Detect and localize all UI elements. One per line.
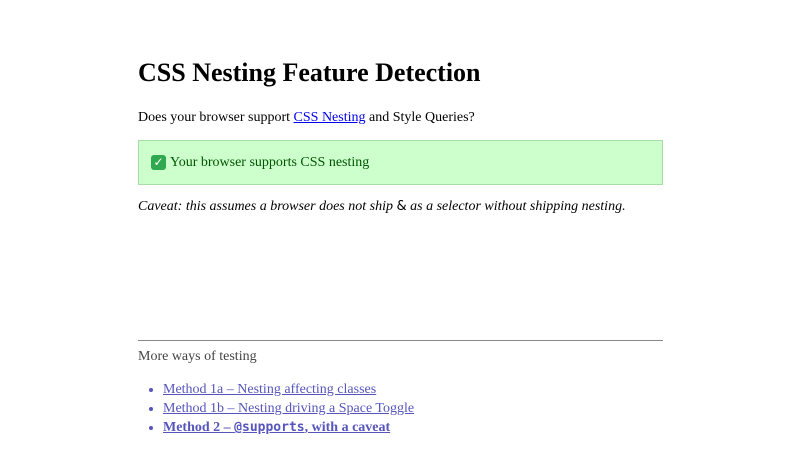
caveat-before: Caveat: this assumes a browser does not … [138,199,397,214]
method-1a-link[interactable]: Method 1a – Nesting affecting classes [163,382,376,397]
support-notice: ✓ Your browser supports CSS nesting [138,140,663,185]
caveat-note: Caveat: this assumes a browser does not … [138,198,626,216]
methods-list: Method 1a – Nesting affecting classes Me… [138,380,414,437]
supports-code: @supports [234,420,305,435]
list-item: Method 1a – Nesting affecting classes [163,380,414,399]
method-2-prefix: Method 2 – [163,420,235,435]
intro-text-after: and Style Queries? [365,110,475,125]
check-mark-icon: ✓ [151,155,166,170]
intro-text-before: Does your browser support [138,110,294,125]
method-2-suffix: , with a caveat [304,420,391,435]
caveat-after: as a selector without shipping nesting. [406,199,626,214]
page-title: CSS Nesting Feature Detection [138,58,481,87]
css-nesting-link[interactable]: CSS Nesting [294,110,366,125]
more-ways-heading: More ways of testing [138,349,257,364]
caveat-ampersand: & [396,199,407,214]
list-item: Method 2 – @supports, with a caveat [163,418,414,437]
intro-text: Does your browser support CSS Nesting an… [138,109,475,127]
section-divider [138,340,663,341]
list-item: Method 1b – Nesting driving a Space Togg… [163,399,414,418]
method-1b-link[interactable]: Method 1b – Nesting driving a Space Togg… [163,401,414,416]
support-message: Your browser supports CSS nesting [170,154,370,170]
method-2-link[interactable]: Method 2 – @supports, with a caveat [163,420,390,435]
